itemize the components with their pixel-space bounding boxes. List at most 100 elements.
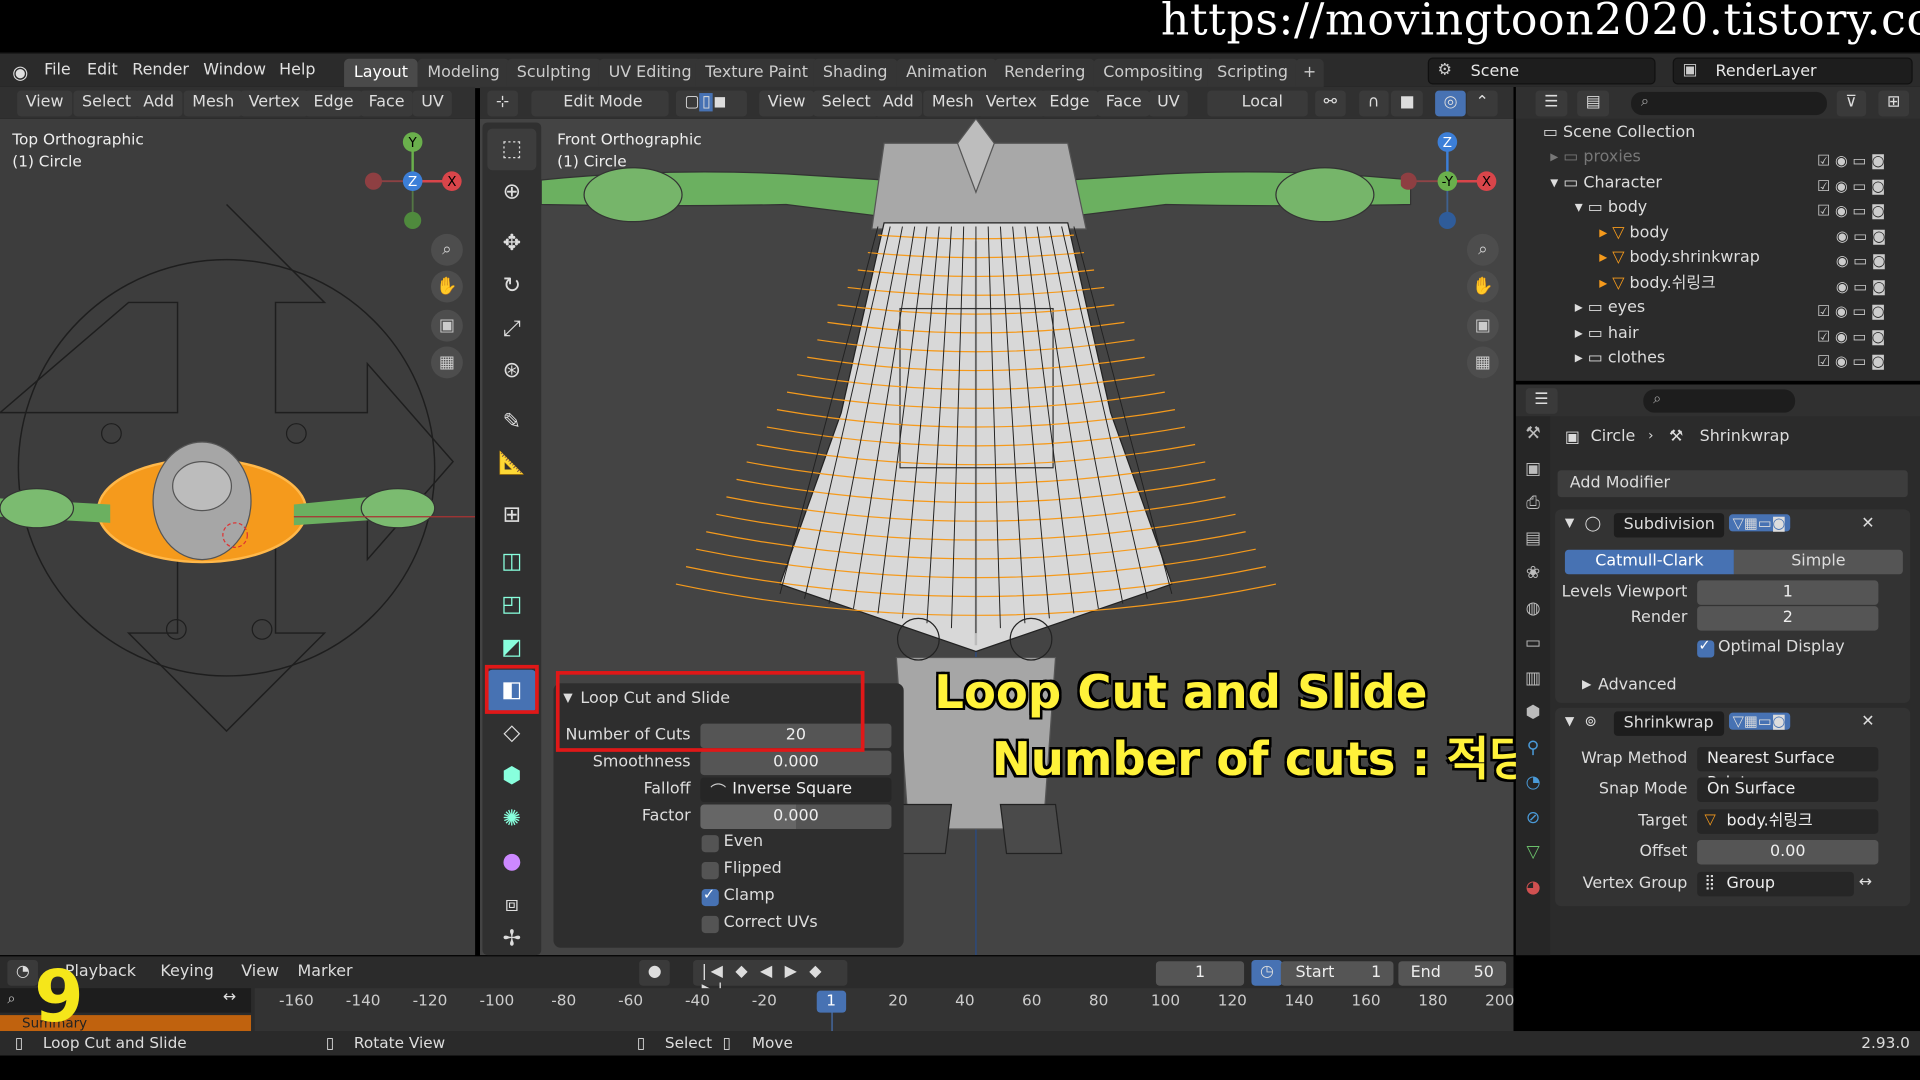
left-select-menu[interactable]: Select <box>73 90 140 117</box>
left-viewport[interactable]: Top Orthographic (1) Circle Y X Z ⌕ ✋ ▣ … <box>0 118 476 956</box>
main-select-menu[interactable]: Select <box>813 90 880 117</box>
menu-window[interactable]: Window <box>203 61 266 79</box>
display-mode-icon[interactable]: ▤ <box>1577 90 1610 117</box>
snap-magnet-icon[interactable]: ∩ <box>1359 90 1388 117</box>
left-uv-menu[interactable]: UV <box>412 90 453 117</box>
flipped-checkbox[interactable] <box>701 862 719 880</box>
catmull-clark-toggle[interactable]: Catmull-Clark <box>1564 549 1734 575</box>
shading-solid-icon[interactable]: ■ <box>1391 90 1424 117</box>
record-icon[interactable]: ● <box>639 960 671 986</box>
blender-logo-icon[interactable]: ◉ <box>12 61 28 83</box>
select-mode-icons[interactable]: ▢ ▯ ◼ <box>675 90 747 117</box>
smoothness-field[interactable]: 0.000 <box>700 750 892 776</box>
outliner-search-input[interactable]: ⌕ <box>1631 91 1827 116</box>
menu-file[interactable]: File <box>44 61 71 79</box>
tab-modeling[interactable]: Modeling <box>417 58 510 89</box>
add-workspace-icon[interactable]: + <box>1295 58 1324 89</box>
marker-menu[interactable]: Marker <box>289 960 361 986</box>
modifier-toggles-icons[interactable]: ▽▦▭◙ <box>1728 514 1790 532</box>
move-tool-icon[interactable]: ✥ <box>487 223 536 265</box>
tab-rendering[interactable]: Rendering <box>994 58 1096 89</box>
inset-tool-icon[interactable]: ◰ <box>487 584 536 626</box>
wrap-method-dropdown[interactable]: Nearest Surface Point <box>1697 746 1879 792</box>
main-pan-hand-icon[interactable]: ✋ <box>1466 270 1499 303</box>
left-nav-gizmo[interactable]: Y X Z <box>358 131 468 235</box>
clock-icon[interactable]: ◷ <box>1251 960 1283 986</box>
current-frame-field[interactable]: 1 <box>1155 961 1245 986</box>
extrude-tool-icon[interactable]: ◫ <box>487 541 536 583</box>
cursor-tool-icon[interactable]: ⊕ <box>487 171 536 213</box>
left-add-menu[interactable]: Add <box>134 90 183 117</box>
invert-arrows-icon[interactable]: ↔ <box>1859 873 1872 891</box>
mode-selector[interactable]: Edit Mode <box>531 90 669 117</box>
editor-type-icon[interactable]: ⊹ <box>487 90 518 117</box>
rotate-tool-icon[interactable]: ↻ <box>487 266 536 308</box>
left-mesh-menu[interactable]: Mesh <box>183 90 243 117</box>
new-collection-icon[interactable]: ⊞ <box>1878 90 1909 117</box>
knife-tool-icon[interactable]: ◇ <box>487 713 536 755</box>
snap-mode-dropdown[interactable]: On Surface <box>1697 777 1879 803</box>
playback-controls-icons[interactable]: |◀ ◆ ◀ ▶ ◆ ▶| <box>693 960 848 999</box>
collapse-arrow-icon[interactable]: ▼ <box>1565 715 1574 728</box>
subdivision-name-field[interactable]: Subdivision <box>1613 513 1725 538</box>
left-edge-menu[interactable]: Edge <box>304 90 363 117</box>
main-edge-menu[interactable]: Edge <box>1040 90 1099 117</box>
levels-field[interactable]: 1 <box>1697 580 1879 605</box>
advanced-arrow-icon[interactable]: ▶ <box>1582 678 1591 691</box>
main-view-menu[interactable]: View <box>759 90 815 117</box>
properties-search-input[interactable]: ⌕ <box>1643 389 1796 413</box>
left-grid-icon[interactable]: ▦ <box>431 346 463 379</box>
transform-tool-icon[interactable]: ⊛ <box>487 350 536 392</box>
vertex-group-field[interactable]: Group <box>1697 871 1854 897</box>
menu-render[interactable]: Render <box>132 61 189 79</box>
tab-compositing[interactable]: Compositing <box>1093 58 1213 89</box>
filter-icon[interactable]: ⊽ <box>1836 90 1866 117</box>
main-vertex-menu[interactable]: Vertex <box>977 90 1046 117</box>
tab-texture-paint[interactable]: Texture Paint <box>695 58 818 89</box>
end-frame-field[interactable]: End 50 <box>1398 961 1507 986</box>
bevel-tool-icon[interactable]: ◩ <box>487 627 536 669</box>
tab-layout[interactable]: Layout <box>344 58 418 89</box>
menu-edit[interactable]: Edit <box>87 61 118 79</box>
optimal-display-checkbox[interactable] <box>1697 637 1715 658</box>
visibility-toggles[interactable]: ☑ ◉ ▭ ◙ ☑ ◉ ▭ ◙ ☑ ◉ ▭ ◙ ◉ ▭ ◙ ◉ ▭ ◙ ◉ ▭ ◙ ☑… <box>1817 148 1915 373</box>
timeline-view-menu[interactable]: View <box>233 960 288 986</box>
render-levels-field[interactable]: 2 <box>1697 606 1879 631</box>
tab-sculpting[interactable]: Sculpting <box>506 58 601 89</box>
scale-tool-icon[interactable]: ⤢ <box>487 309 536 351</box>
properties-tab-icons[interactable]: ⚒ ▣ ⎙ ▤ ❀ ◍ ▭ ▥ ⬢ ⚲ ◔ ⊘ ▽ ◕ <box>1516 416 1550 905</box>
swap-icon[interactable]: ↔ <box>223 988 236 1006</box>
measure-tool-icon[interactable]: 📐 <box>487 443 536 485</box>
main-camera-icon[interactable]: ▣ <box>1466 309 1499 342</box>
main-face-menu[interactable]: Face <box>1097 90 1151 117</box>
spin-tool-icon[interactable]: ✺ <box>487 798 536 840</box>
add-cube-tool-icon[interactable]: ⊞ <box>487 495 536 537</box>
target-field[interactable]: body.쉬링크 <box>1697 809 1879 834</box>
modifier-close-icon[interactable]: ✕ <box>1861 514 1874 532</box>
outliner-row-root[interactable]: ▭ Scene Collection <box>1516 121 1920 145</box>
smooth-tool-icon[interactable]: ● <box>487 841 536 883</box>
main-add-menu[interactable]: Add <box>874 90 923 117</box>
overlays-icon[interactable]: ◎ <box>1435 90 1467 117</box>
even-checkbox[interactable] <box>701 835 719 853</box>
main-grid-icon[interactable]: ▦ <box>1466 346 1499 379</box>
properties-editor-icon[interactable]: ☰ <box>1525 388 1558 414</box>
offset-field[interactable]: 0.00 <box>1697 840 1879 865</box>
collapse-arrow-icon[interactable]: ▼ <box>1565 517 1574 530</box>
correct-uvs-checkbox[interactable] <box>701 915 719 934</box>
tab-uv-editing[interactable]: UV Editing <box>598 58 702 89</box>
clamp-checkbox[interactable] <box>701 885 719 907</box>
transform-orientation-selector[interactable]: Local <box>1207 90 1308 117</box>
left-zoom-icon[interactable]: ⌕ <box>431 233 463 266</box>
main-uv-menu[interactable]: UV <box>1148 90 1189 117</box>
shrinkwrap-name-field[interactable]: Shrinkwrap <box>1613 711 1725 736</box>
tab-animation[interactable]: Animation <box>896 58 998 89</box>
left-vertex-menu[interactable]: Vertex <box>240 90 309 117</box>
shear-tool-icon[interactable]: ⧈ <box>487 884 536 926</box>
tab-shading[interactable]: Shading <box>813 58 898 89</box>
modifier-close-icon[interactable]: ✕ <box>1861 713 1874 731</box>
add-modifier-button[interactable]: Add Modifier <box>1557 470 1908 498</box>
main-zoom-icon[interactable]: ⌕ <box>1466 233 1499 266</box>
main-mesh-menu[interactable]: Mesh <box>923 90 983 117</box>
left-pan-hand-icon[interactable]: ✋ <box>431 270 463 303</box>
